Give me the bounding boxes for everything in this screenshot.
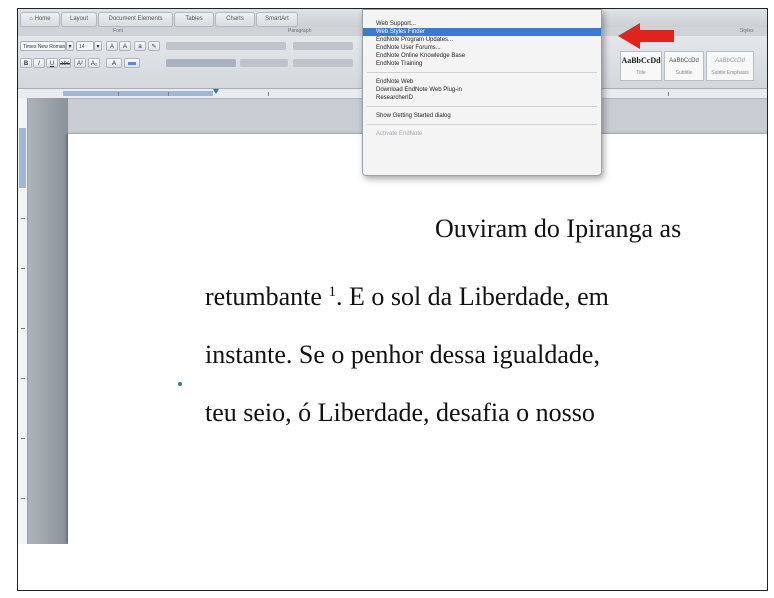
vertical-ruler-text-area (19, 128, 26, 188)
font-size-chevron-icon[interactable]: ▾ (94, 41, 102, 51)
menu-separator (367, 124, 597, 125)
italic-button[interactable]: I (33, 58, 45, 68)
menu-item-download-plugin[interactable]: Download EndNote Web Plug-in (363, 86, 601, 94)
tab-layout[interactable]: Layout (61, 12, 97, 27)
ruler-text-area (63, 91, 213, 96)
document-line-3: instante. Se o penhor dessa igualdade, (205, 340, 600, 369)
document-line-4: teu seio, ó Liberdade, desafia o nosso (205, 398, 595, 427)
ruler-tick (21, 438, 25, 439)
menu-separator (367, 72, 597, 73)
ruler-tick (268, 92, 269, 96)
menu-item-getting-started[interactable]: Show Getting Started dialog (363, 112, 601, 120)
bold-button[interactable]: B (20, 58, 32, 68)
shrink-font-icon[interactable]: A (119, 41, 131, 51)
menu-item-web-support[interactable]: Web Support... (363, 20, 601, 28)
vertical-ruler[interactable] (18, 98, 28, 544)
endnote-help-menu: Web Support... Web Styles Finder EndNote… (362, 9, 602, 176)
ruler-tick (168, 92, 169, 96)
font-size-select[interactable]: 14 (76, 41, 94, 51)
menu-item-knowledge-base[interactable]: EndNote Online Knowledge Base (363, 52, 601, 60)
grow-font-icon[interactable]: A (106, 41, 118, 51)
line-spacing-buttons[interactable] (240, 59, 288, 67)
word-window: ⌂ Home Layout Document Elements Tables C… (18, 9, 767, 544)
style-subtle-emphasis[interactable]: AaBbCcDd Subtle Emphasis (706, 51, 754, 81)
tab-tables[interactable]: Tables (174, 12, 214, 27)
menu-item-training[interactable]: EndNote Training (363, 60, 601, 68)
strikethrough-button[interactable]: abc (59, 58, 71, 68)
group-label-styles: Styles (740, 28, 754, 34)
group-label-font: Font (113, 28, 124, 34)
menu-item-web-styles-finder[interactable]: Web Styles Finder (363, 28, 601, 36)
insertion-point (178, 382, 182, 386)
tab-document-elements[interactable]: Document Elements (98, 12, 173, 27)
text-effects-icon[interactable]: A (106, 58, 122, 68)
menu-item-activate: Activate EndNote (376, 131, 423, 137)
style-subtitle[interactable]: AaBbCcDd Subtitle (664, 51, 704, 81)
change-case-icon[interactable]: a (134, 41, 146, 51)
indent-marker-icon[interactable] (213, 89, 219, 94)
tab-smartart[interactable]: SmartArt (256, 12, 298, 27)
group-label-paragraph: Paragraph (288, 28, 312, 34)
document-page[interactable]: Ouviram do Ipiranga as retumbante 1. E o… (68, 134, 767, 544)
superscript-icon[interactable]: A² (74, 58, 86, 68)
menu-item-program-updates[interactable]: EndNote Program Updates... (363, 36, 601, 44)
ruler-tick (21, 328, 25, 329)
ruler-tick (21, 218, 25, 219)
menu-item-endnote-web[interactable]: EndNote Web (363, 78, 601, 86)
subscript-icon[interactable]: A₂ (88, 58, 100, 68)
footnote-reference[interactable]: 1 (328, 284, 336, 300)
tab-charts[interactable]: Charts (215, 12, 255, 27)
font-name-select[interactable]: Times New Roman (20, 41, 66, 51)
font-name-chevron-icon[interactable]: ▾ (66, 41, 74, 51)
menu-item-researcherid[interactable]: ResearcherID (363, 94, 601, 102)
menu-separator (367, 106, 597, 107)
highlight-color-icon[interactable] (124, 58, 140, 68)
ruler-tick (21, 498, 25, 499)
menu-item-user-forums[interactable]: EndNote User Forums... (363, 44, 601, 52)
ruler-tick (668, 92, 669, 96)
ruler-tick (21, 268, 25, 269)
tab-home[interactable]: ⌂ Home (20, 12, 60, 27)
ruler-tick (21, 378, 25, 379)
paragraph-shading-buttons[interactable] (293, 59, 353, 67)
red-arrow-icon (618, 23, 674, 49)
alignment-buttons[interactable] (166, 59, 236, 67)
document-line-2: retumbante 1. E o sol da Liberdade, em (205, 282, 609, 311)
underline-button[interactable]: U (46, 58, 58, 68)
style-title[interactable]: AaBbCcDd Title (620, 51, 662, 81)
clear-formatting-icon[interactable]: ✎ (148, 41, 160, 51)
document-line-1: Ouviram do Ipiranga as (435, 214, 682, 243)
screenshot-frame: ⌂ Home Layout Document Elements Tables C… (17, 8, 768, 591)
ruler-tick (118, 92, 119, 96)
paragraph-list-buttons[interactable] (166, 42, 286, 50)
paragraph-extra-buttons[interactable] (293, 42, 353, 50)
